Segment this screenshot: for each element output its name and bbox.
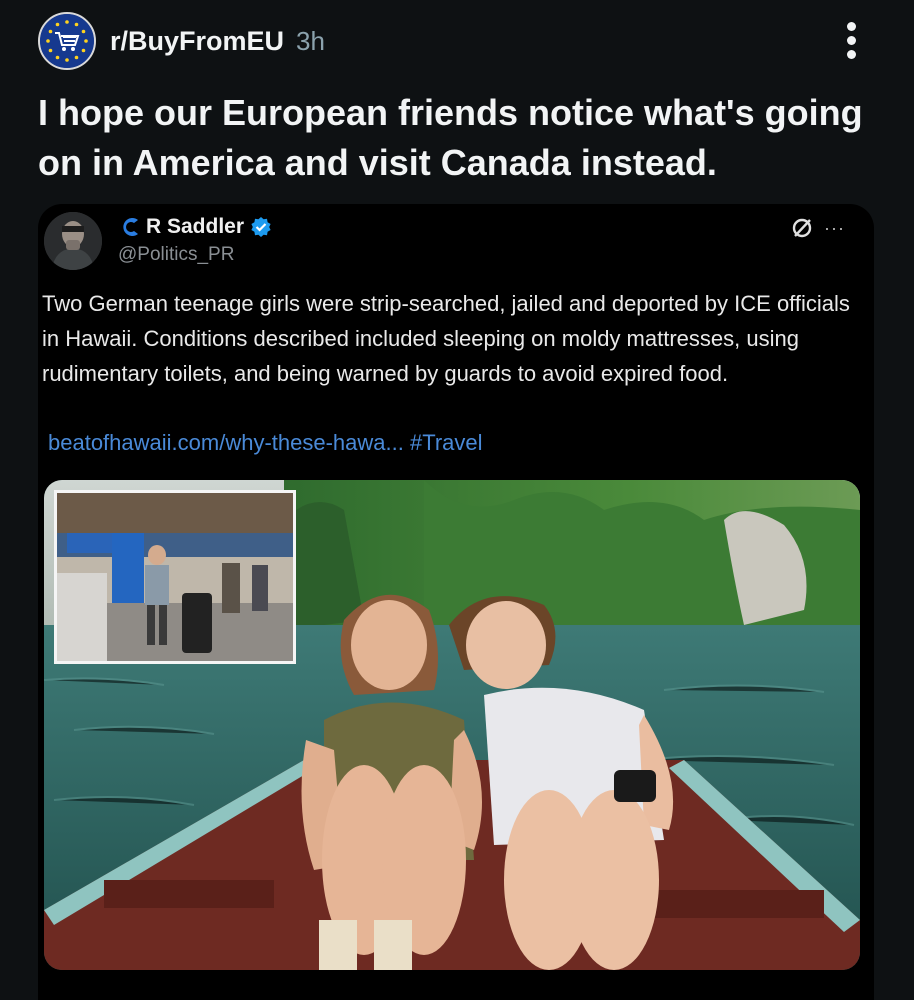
vertical-dots-icon <box>847 22 856 31</box>
tweet-photo <box>44 480 860 970</box>
more-options-button[interactable] <box>832 18 872 64</box>
tweet-more-icon: ··· <box>824 217 845 238</box>
eu-shopping-cart-icon <box>40 14 94 68</box>
tweet-actions: ··· <box>790 216 845 240</box>
subreddit-avatar[interactable] <box>38 12 96 70</box>
post-title[interactable]: I hope our European friends notice what'… <box>38 88 878 188</box>
tweet-text: Two German teenage girls were strip-sear… <box>42 291 850 386</box>
tweet-link[interactable]: beatofhawaii.com/why-these-hawa... <box>48 430 404 455</box>
tweet-author-name: R Saddler <box>146 215 245 238</box>
tweet-links: beatofhawaii.com/why-these-hawa... #Trav… <box>48 430 483 456</box>
tweet-author-avatar <box>44 212 102 270</box>
c-logo-icon <box>123 218 138 236</box>
tweet-author-row: R Saddler <box>118 212 272 242</box>
tweet-author-handle: @Politics_PR <box>118 244 235 265</box>
post-age: 3h <box>296 25 325 56</box>
post-header: r/BuyFromEU 3h <box>38 12 325 70</box>
slash-circle-icon <box>792 218 812 238</box>
verified-badge-icon <box>251 217 271 237</box>
subreddit-name[interactable]: r/BuyFromEU <box>110 26 284 57</box>
reddit-post: r/BuyFromEU 3h I hope our European frien… <box>0 0 914 1000</box>
embedded-tweet-image[interactable]: R Saddler @Politics_PR ··· Two German te… <box>38 204 874 1000</box>
tweet-hashtag[interactable]: #Travel <box>410 430 483 455</box>
airport-inset-photo <box>54 490 296 664</box>
